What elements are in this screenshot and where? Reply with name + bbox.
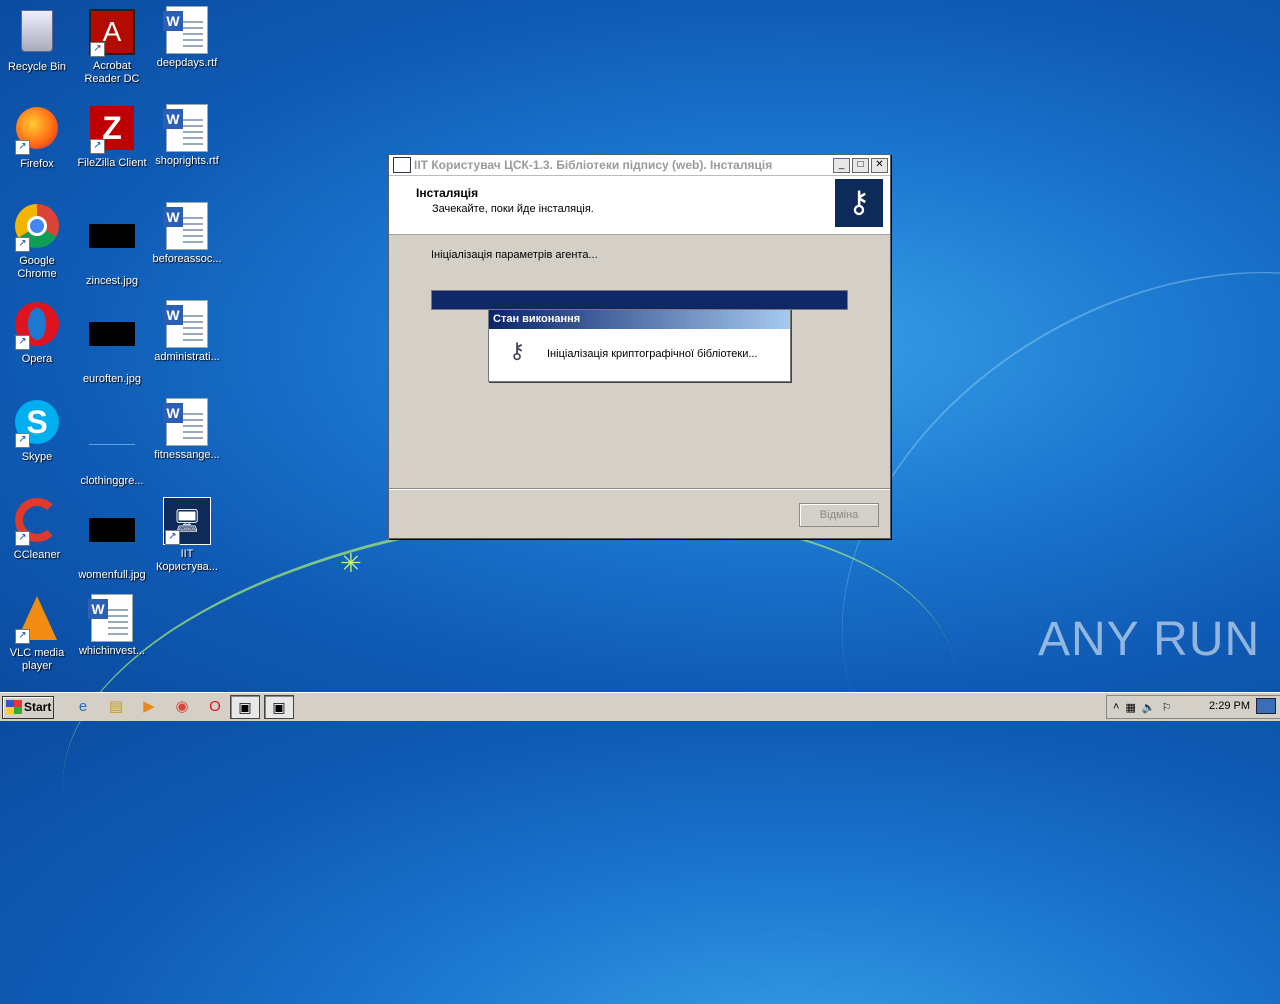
desktop-icon-beforeassoc[interactable]: W beforeassoc...	[150, 202, 224, 266]
desktop-icon-fitnessange[interactable]: W fitnessange...	[150, 398, 224, 462]
install-status-text: Ініціалізація параметрів агента...	[431, 249, 598, 261]
acrobat-icon: A ↗	[88, 9, 136, 57]
opera-taskbar-icon[interactable]: O	[204, 697, 226, 717]
installer-titlebar[interactable]: ІІТ Користувач ЦСК-1.3. Бібліотеки підпи…	[389, 155, 890, 176]
shortcut-arrow-icon: ↗	[90, 42, 105, 57]
desktop-icon-recycle-bin[interactable]: Recycle Bin	[0, 6, 74, 74]
word-doc-icon: W	[88, 594, 136, 642]
word-doc-icon: W	[163, 202, 211, 250]
footer-divider	[389, 488, 890, 490]
start-label: Start	[24, 700, 52, 714]
image-icon	[88, 224, 136, 272]
shortcut-arrow-icon: ↗	[15, 237, 30, 252]
image-icon	[88, 424, 136, 472]
chrome-taskbar-icon[interactable]: ◉	[171, 697, 193, 717]
header-subtitle: Зачекайте, поки йде інсталяція.	[432, 203, 594, 215]
anyrun-watermark: ANY RUN	[1038, 613, 1261, 666]
image-icon	[88, 518, 136, 566]
shortcut-arrow-icon: ↗	[15, 629, 30, 644]
internet-explorer-icon[interactable]: e	[72, 697, 94, 717]
clock[interactable]: 2:29 PM	[1209, 700, 1250, 712]
word-doc-icon: W	[163, 300, 211, 348]
desktop-icon-clothinggre[interactable]: clothinggre...	[75, 398, 149, 488]
show-desktop-icon[interactable]	[1256, 698, 1276, 714]
shortcut-arrow-icon: ↗	[15, 433, 30, 448]
ccleaner-icon: ↗	[13, 498, 61, 546]
word-doc-icon: W	[163, 6, 211, 54]
task-installer[interactable]: ▣	[230, 695, 260, 719]
desktop-icon-womenfull[interactable]: womenfull.jpg	[75, 496, 149, 582]
maximize-button[interactable]: □	[852, 157, 869, 173]
keys-icon: ⚷	[509, 338, 526, 363]
folder-icon[interactable]: ▤	[105, 697, 127, 717]
keys-logo-icon: ⚷	[835, 179, 883, 227]
tray-expand-icon[interactable]: ˄	[1113, 701, 1119, 713]
desktop-icon-skype[interactable]: S ↗ Skype	[0, 398, 74, 464]
opera-icon: ↗	[13, 302, 61, 350]
start-button[interactable]: Start	[2, 695, 54, 719]
desktop-icon-ccleaner[interactable]: ↗ CCleaner	[0, 496, 74, 562]
cancel-button[interactable]: Відміна	[799, 503, 879, 527]
dialog-message: Ініціалізація криптографічної бібліотеки…	[547, 348, 758, 360]
shortcut-arrow-icon: ↗	[165, 530, 180, 545]
desktop-icon-whichinvest[interactable]: W whichinvest...	[75, 594, 149, 658]
volume-icon[interactable]: 🔈	[1142, 701, 1156, 714]
shortcut-arrow-icon: ↗	[90, 139, 105, 154]
iit-app-icon: 🖥 ↗	[163, 497, 211, 545]
dialog-title: Стан виконання	[489, 310, 790, 329]
firefox-icon: ↗	[13, 107, 61, 155]
image-icon	[88, 322, 136, 370]
taskbar: Start e ▤ ▶ ◉ O ▣ ▣ ˄ ▦ 🔈 ⚐ 2:29 PM	[0, 692, 1280, 721]
app-icon	[393, 157, 411, 173]
desktop-icon-firefox[interactable]: ↗ Firefox	[0, 104, 74, 171]
shortcut-arrow-icon: ↗	[15, 140, 30, 155]
chrome-icon: ↗	[13, 204, 61, 252]
installer-header: Інсталяція Зачекайте, поки йде інсталяці…	[389, 176, 890, 235]
word-doc-icon: W	[163, 104, 211, 152]
skype-icon: S ↗	[13, 400, 61, 448]
system-tray: ˄ ▦ 🔈 ⚐	[1106, 695, 1280, 719]
window-title: ІІТ Користувач ЦСК-1.3. Бібліотеки підпи…	[414, 158, 773, 172]
wallpaper-leaf: ✳	[340, 548, 362, 578]
desktop-icon-vlc[interactable]: ↗ VLC media player	[0, 594, 74, 673]
task-installer-2[interactable]: ▣	[264, 695, 294, 719]
desktop-icon-iit-app[interactable]: 🖥 ↗ IIT Користува...	[150, 496, 224, 574]
close-button[interactable]: ✕	[871, 157, 888, 173]
header-title: Інсталяція	[416, 186, 479, 200]
filezilla-icon: Z ↗	[88, 106, 136, 154]
desktop-icon-acrobat[interactable]: A ↗ Acrobat Reader DC	[75, 6, 149, 86]
action-center-flag-icon[interactable]: ⚐	[1162, 701, 1172, 714]
recycle-bin-icon	[13, 10, 61, 58]
desktop-icon-opera[interactable]: ↗ Opera	[0, 300, 74, 366]
desktop-icon-zincest[interactable]: zincest.jpg	[75, 202, 149, 288]
minimize-button[interactable]: _	[833, 157, 850, 173]
desktop-icon-shoprights[interactable]: W shoprights.rtf	[150, 104, 224, 168]
execution-status-dialog[interactable]: Стан виконання ⚷ Ініціалізація криптогра…	[488, 309, 791, 382]
desktop-icon-euroften[interactable]: euroften.jpg	[75, 300, 149, 386]
word-doc-icon: W	[163, 398, 211, 446]
desktop-icon-chrome[interactable]: ↗ Google Chrome	[0, 202, 74, 281]
vlc-icon: ↗	[13, 596, 61, 644]
windows-flag-icon	[6, 700, 22, 714]
network-icon[interactable]: ▦	[1125, 701, 1135, 714]
shortcut-arrow-icon: ↗	[15, 531, 30, 546]
media-player-icon[interactable]: ▶	[138, 697, 160, 717]
shortcut-arrow-icon: ↗	[15, 335, 30, 350]
desktop-icon-administrati[interactable]: W administrati...	[150, 300, 224, 364]
desktop-icon-filezilla[interactable]: Z ↗ FileZilla Client	[75, 104, 149, 170]
desktop-icon-deepdays[interactable]: W deepdays.rtf	[150, 6, 224, 70]
install-progress-bar	[431, 290, 848, 310]
